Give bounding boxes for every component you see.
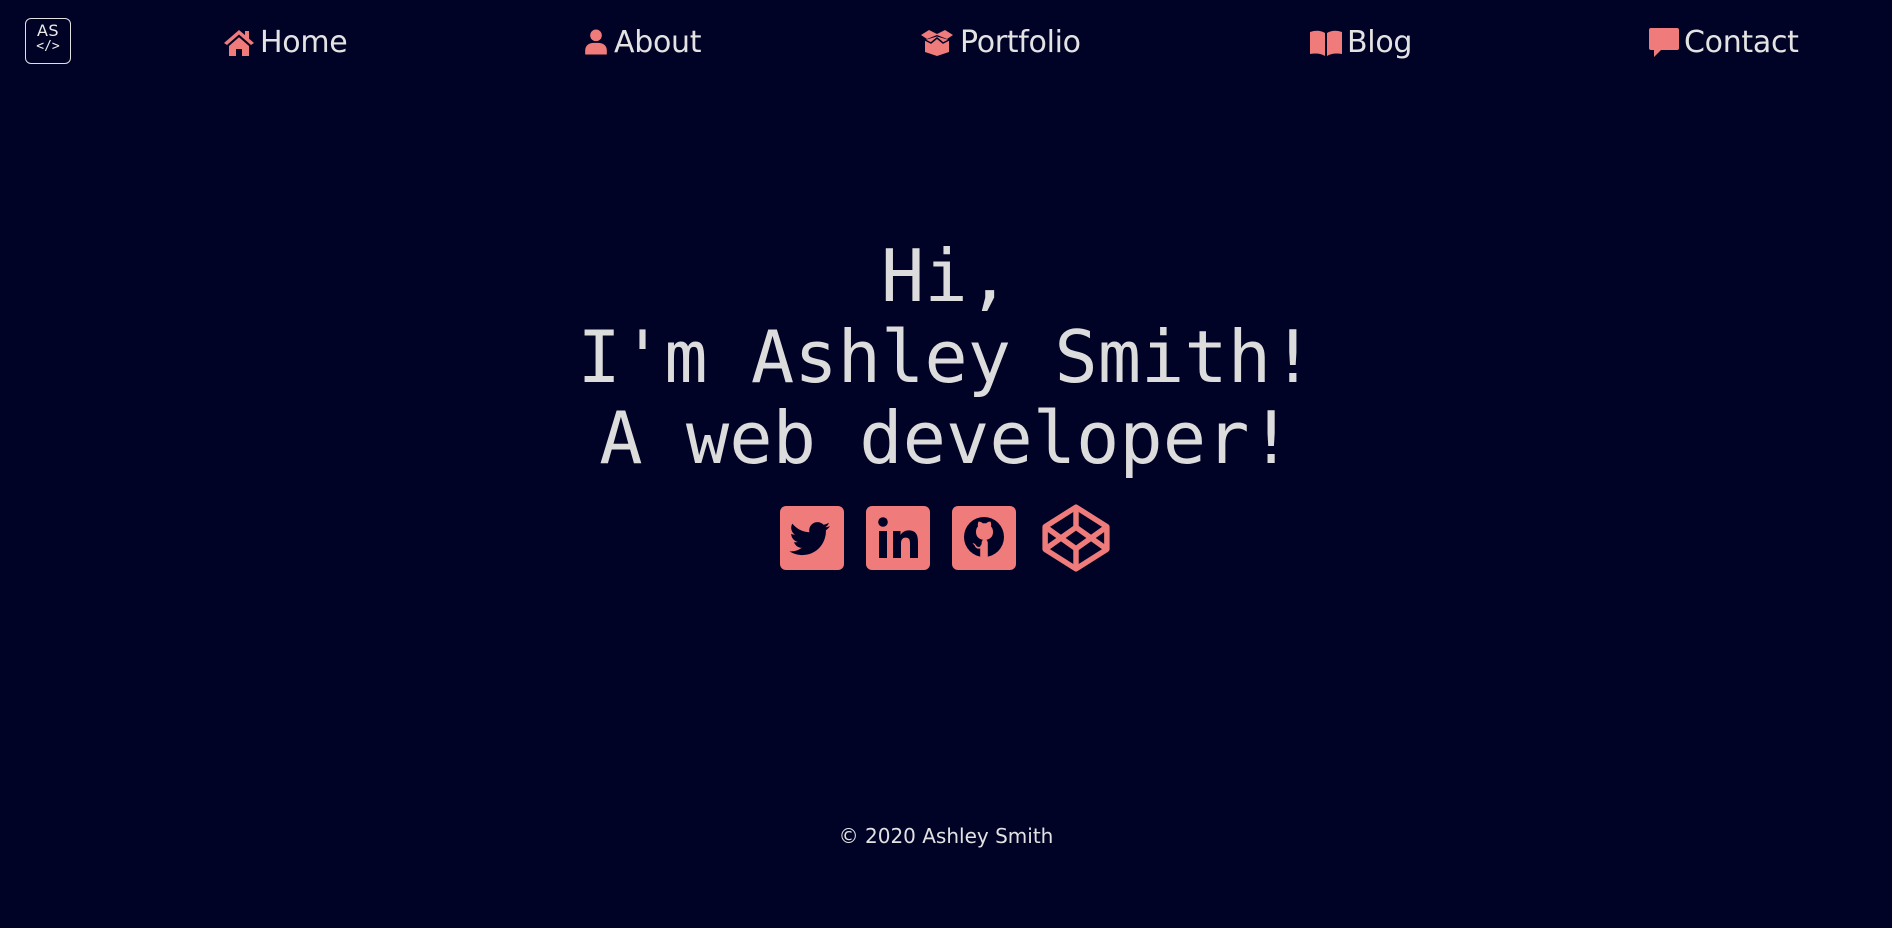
nav-blog-link[interactable]: Blog (1308, 22, 1412, 62)
logo-initials: AS (36, 21, 60, 40)
linkedin-icon[interactable] (866, 506, 930, 570)
footer-copyright: © 2020 Ashley Smith (838, 824, 1054, 848)
logo[interactable]: AS </> (25, 18, 71, 64)
top-nav: AS </> Home About Portfolio Blog Contact (0, 0, 1892, 84)
hero-heading: Hi, I'm Ashley Smith! A web developer! (0, 236, 1892, 479)
nav-portfolio-link[interactable]: Portfolio (917, 22, 1081, 62)
logo-code-symbol: </> (36, 39, 60, 54)
home-icon (224, 30, 254, 56)
hero-greeting: Hi, (880, 234, 1012, 318)
book-open-icon (1310, 30, 1342, 56)
user-icon (585, 29, 607, 55)
nav-home-link[interactable]: Home (221, 22, 348, 62)
github-icon[interactable] (952, 506, 1016, 570)
nav-portfolio-label: Portfolio (960, 24, 1081, 60)
nav-home-label: Home (260, 24, 348, 60)
nav-about-link[interactable]: About (581, 22, 702, 62)
nav-contact-label: Contact (1684, 24, 1799, 60)
nav-about-label: About (614, 24, 702, 60)
comment-icon (1649, 28, 1679, 57)
twitter-icon[interactable] (780, 506, 844, 570)
social-links (780, 500, 1114, 576)
hero-name: I'm Ashley Smith! (577, 315, 1315, 399)
box-open-icon (921, 30, 953, 56)
hero-role: A web developer! (599, 396, 1293, 480)
codepen-icon[interactable] (1038, 500, 1114, 576)
nav-contact-link[interactable]: Contact (1645, 22, 1799, 62)
nav-blog-label: Blog (1347, 24, 1413, 60)
